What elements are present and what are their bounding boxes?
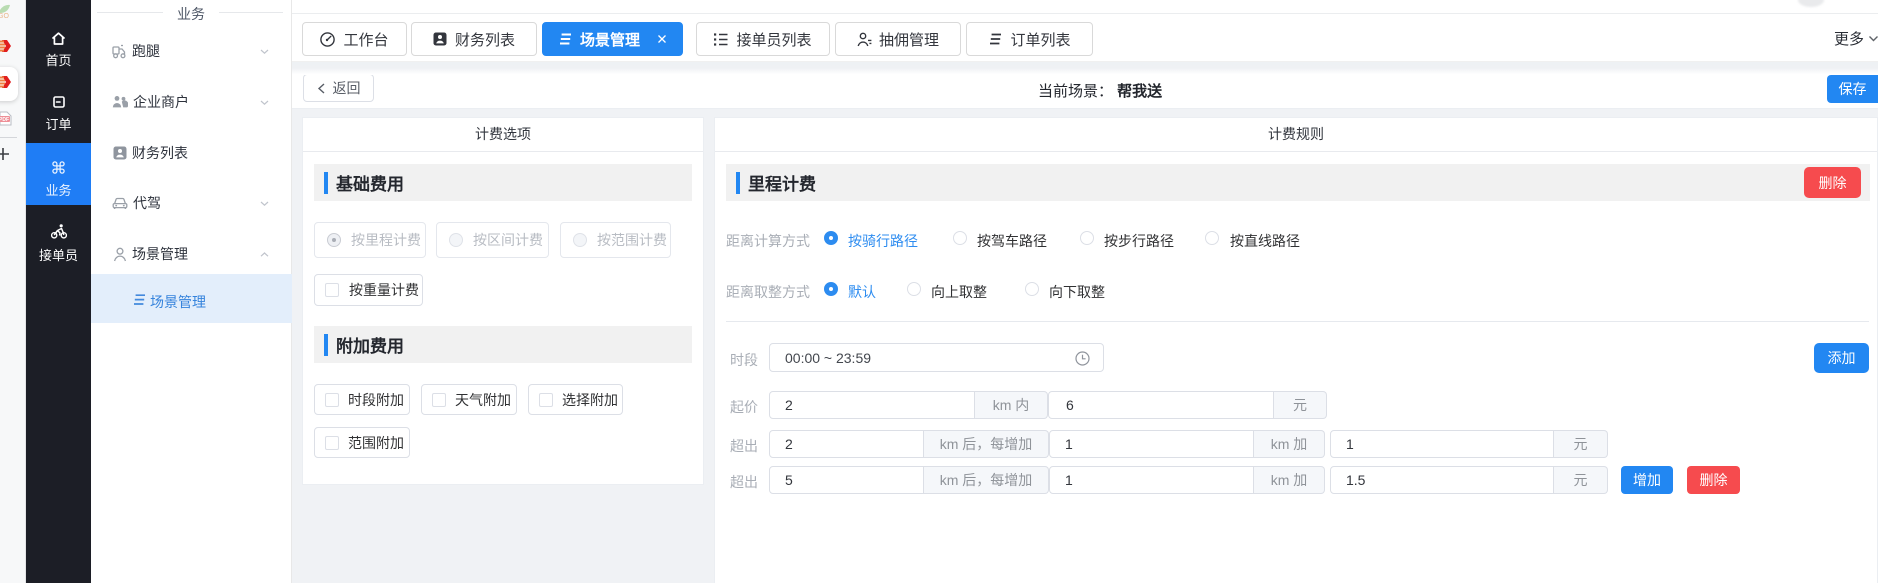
svg-text:PDF: PDF: [0, 117, 9, 123]
svg-text:GO: GO: [0, 13, 9, 18]
